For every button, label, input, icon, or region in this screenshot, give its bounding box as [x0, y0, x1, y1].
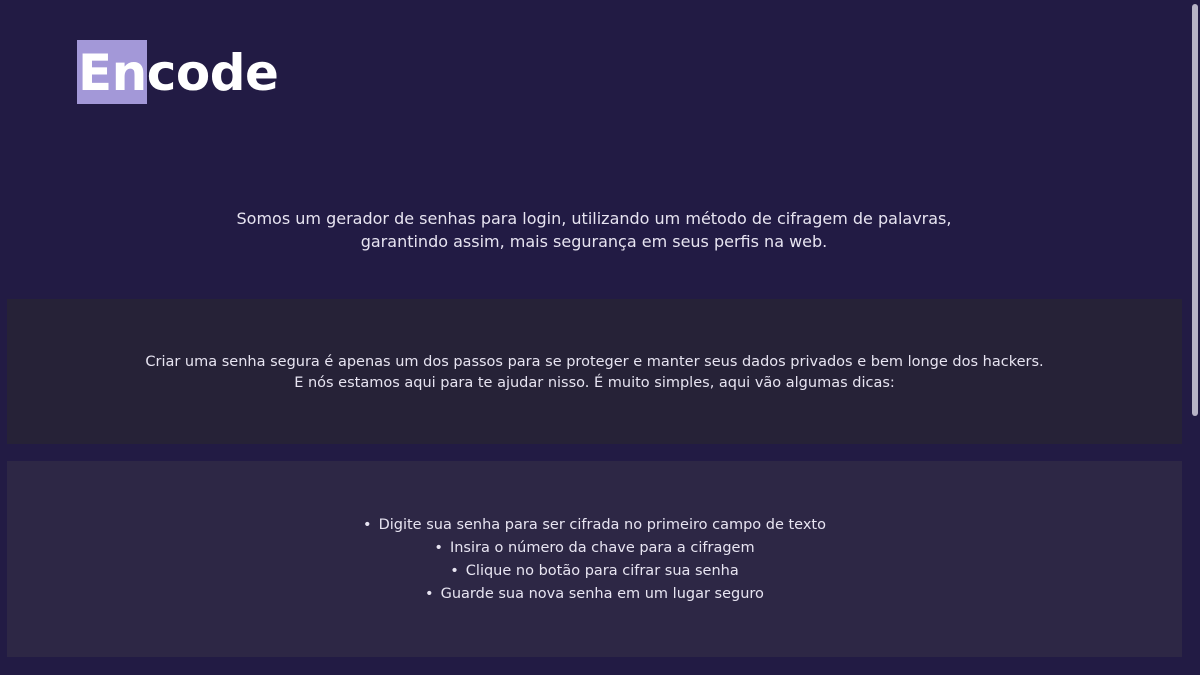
tip-item: Clique no botão para cifrar sua senha	[7, 560, 1182, 583]
vertical-scrollbar[interactable]	[1190, 0, 1200, 675]
brand-logo[interactable]: Encode	[77, 40, 279, 106]
info-line-1: Criar uma senha segura é apenas um dos p…	[145, 354, 1044, 370]
info-text: Criar uma senha segura é apenas um dos p…	[7, 352, 1182, 394]
logo-text: code	[146, 44, 279, 102]
tips-panel: Digite sua senha para ser cifrada no pri…	[7, 461, 1182, 657]
intro-text: Somos um gerador de senhas para login, u…	[0, 207, 1188, 253]
intro-line-1: Somos um gerador de senhas para login, u…	[236, 209, 952, 228]
scrollbar-thumb[interactable]	[1192, 4, 1198, 416]
info-panel: Criar uma senha segura é apenas um dos p…	[7, 299, 1182, 444]
tip-item: Digite sua senha para ser cifrada no pri…	[7, 514, 1182, 537]
tip-item: Guarde sua nova senha em um lugar seguro	[7, 583, 1182, 606]
intro-line-2: garantindo assim, mais segurança em seus…	[360, 232, 828, 251]
info-line-2: E nós estamos aqui para te ajudar nisso.…	[294, 375, 895, 391]
page: Encode Somos um gerador de senhas para l…	[0, 0, 1200, 675]
logo-highlight: En	[77, 40, 147, 104]
tips-list: Digite sua senha para ser cifrada no pri…	[7, 514, 1182, 606]
tip-item: Insira o número da chave para a cifragem	[7, 537, 1182, 560]
